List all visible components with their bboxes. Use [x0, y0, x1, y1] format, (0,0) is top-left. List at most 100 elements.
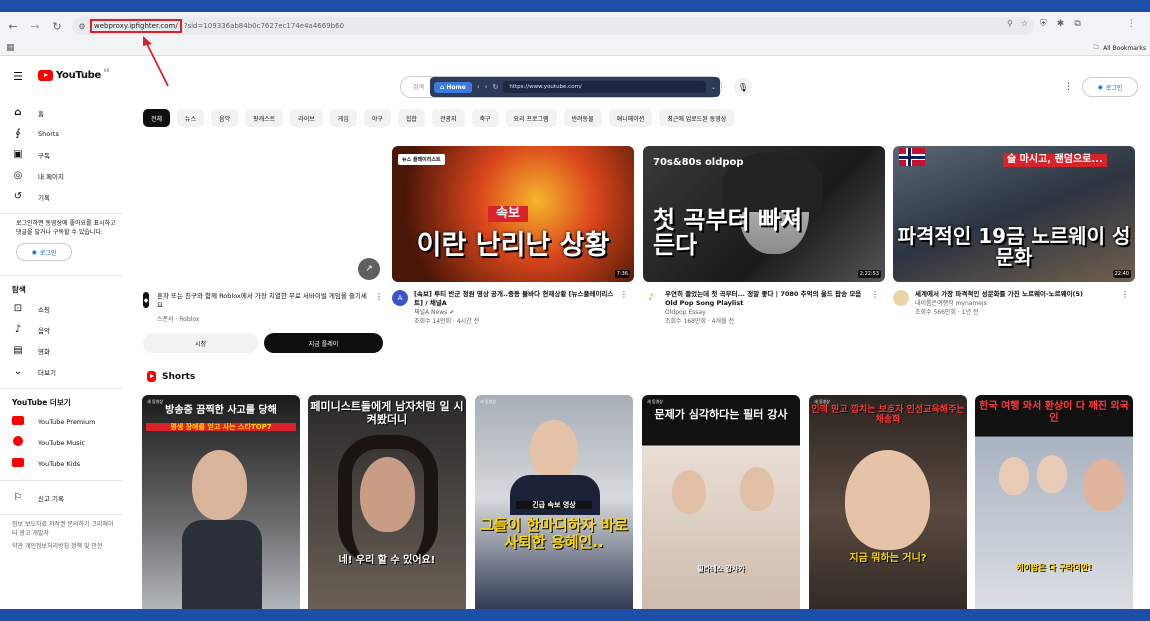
bookmark-star-icon[interactable]: ☆: [1021, 19, 1028, 28]
chip-soccer[interactable]: 축구: [471, 109, 499, 127]
login-button[interactable]: ◉ 로그인: [1082, 77, 1138, 97]
chip-recently-uploaded[interactable]: 최근에 업로드된 동영상: [659, 109, 735, 127]
zoom-icon[interactable]: ⚲: [1007, 19, 1013, 28]
short-card[interactable]: 새 동영상 문제가 심각하다는 필터 강사 필라테스 강사가: [642, 395, 800, 609]
ad-menu-icon[interactable]: ⋮: [375, 292, 383, 323]
apps-grid-icon[interactable]: ▦: [6, 43, 15, 53]
extension-icon[interactable]: ✱: [1057, 19, 1065, 29]
channel-avatar[interactable]: A: [392, 290, 408, 306]
subscriptions-icon: ▣: [13, 149, 23, 160]
youtube-premium-icon: [12, 415, 24, 428]
sidebar-item-you[interactable]: ◎ 내 페이지: [0, 165, 130, 186]
profile-icon[interactable]: [1091, 19, 1103, 29]
footer-policy-links[interactable]: 약관 개인정보처리방침 정책 및 안전: [0, 543, 118, 552]
channel-avatar[interactable]: ♪: [643, 290, 659, 306]
more-from-youtube-heading: YouTube 더보기: [12, 398, 71, 408]
youtube-logo[interactable]: YouTube KR: [38, 68, 109, 81]
short-card[interactable]: 페미니스트들에게 남자처럼 일 시켜봤더니 네! 우리 할 수 있어요!: [308, 395, 466, 609]
sidebar-item-home[interactable]: ⌂ 홈: [0, 102, 130, 123]
sidebar-item-youtube-premium[interactable]: YouTube Premium: [0, 411, 130, 432]
roblox-logo-icon[interactable]: ◆: [143, 292, 149, 308]
channel-name[interactable]: Oldpop Essay: [665, 308, 865, 317]
forward-arrow-icon[interactable]: →: [26, 17, 44, 35]
settings-kebab-icon[interactable]: ⋮: [1064, 82, 1073, 92]
video-menu-icon[interactable]: ⋮: [620, 290, 630, 326]
proxy-forward-icon[interactable]: ›: [485, 83, 488, 91]
video-card[interactable]: 뉴스 플레이리스트 속보 이란 난리난 상황 7:36 A [속보] 루티 반군…: [392, 146, 634, 326]
short-card[interactable]: 새 동영상 인맥 믿고 깝치는 보호자 인성교육해주는 채송화 지금 뭐하는 거…: [809, 395, 967, 609]
short-card[interactable]: 새 동영상 방송중 끔찍한 사고를 당해 평생 장애를 얻고 사는 스타TOP7: [142, 395, 300, 609]
sidebar-item-shorts[interactable]: ∮ Shorts: [0, 123, 130, 144]
sidebar-item-movies[interactable]: ▤ 영화: [0, 340, 130, 361]
category-chips: 전체 뉴스 음악 팟캐스트 라이브 게임 야구 힙합 관광지 축구 요리 프로그…: [143, 109, 735, 127]
short-card[interactable]: 한국 여행 와서 환상이 다 깨진 외국인 케이팝은 다 구라더만!: [975, 395, 1133, 609]
shorts-logo-icon: [147, 371, 156, 382]
short-caption-bottom: 그들이 한마디하자 바로 사퇴한 용혜인..: [479, 516, 629, 552]
chip-all[interactable]: 전체: [143, 109, 171, 127]
short-caption-bottom: 필라테스 강사가: [697, 565, 745, 573]
channel-avatar[interactable]: [893, 290, 909, 306]
chip-cooking[interactable]: 요리 프로그램: [505, 109, 557, 127]
proxy-home-button[interactable]: ⌂ Home: [434, 81, 472, 93]
login-prompt: 로그인하면 동영상에 좋아요를 표시하고 댓글을 달거나 구독할 수 있습니다.: [16, 220, 116, 236]
browser-menu-icon[interactable]: ⋮: [1127, 19, 1136, 29]
norway-flag-icon: [899, 148, 925, 166]
video-menu-icon[interactable]: ⋮: [1121, 290, 1131, 317]
video-title[interactable]: 세계에서 가장 파격적인 성문화를 가진 노르웨이-노르웨이(5): [915, 290, 1115, 299]
chip-gaming[interactable]: 게임: [329, 109, 357, 127]
reload-icon[interactable]: ↻: [48, 17, 66, 35]
sidebar-item-shopping[interactable]: ⊡ 쇼핑: [0, 298, 130, 319]
extension-icon[interactable]: ⛨: [1040, 19, 1047, 29]
all-bookmarks[interactable]: 🗀 All Bookmarks: [1093, 43, 1146, 53]
video-thumbnail[interactable]: 70s&80s oldpop 첫 곡부터 빠져든다 2:22:53: [643, 146, 885, 282]
video-menu-icon[interactable]: ⋮: [871, 290, 881, 326]
sidebar-item-more[interactable]: ⌄ 더보기: [0, 361, 130, 382]
chip-baseball[interactable]: 야구: [363, 109, 391, 127]
proxy-reload-icon[interactable]: ↻: [492, 83, 498, 91]
channel-name[interactable]: 채널A News ✔: [414, 308, 614, 317]
back-arrow-icon[interactable]: ←: [4, 17, 22, 35]
video-title[interactable]: 우연히 들었는데 첫 곡부터... 정말 좋다 | 7080 추억의 올드 팝송…: [665, 290, 865, 308]
chip-news[interactable]: 뉴스: [177, 109, 205, 127]
proxy-back-icon[interactable]: ‹: [477, 83, 480, 91]
thumbnail-top-text: 술 마시고, 랜덤으로...: [1003, 154, 1107, 167]
proxy-url-input[interactable]: https://www.youtube.com/: [503, 81, 706, 93]
video-card[interactable]: 술 마시고, 랜덤으로... 파격적인 19금 노르웨이 성문화 22:40 세…: [893, 146, 1135, 317]
chip-music[interactable]: 음악: [211, 109, 239, 127]
ad-arrow-button[interactable]: ↗: [358, 258, 380, 280]
video-thumbnail[interactable]: 술 마시고, 랜덤으로... 파격적인 19금 노르웨이 성문화 22:40: [893, 146, 1135, 282]
chip-podcast[interactable]: 팟캐스트: [245, 109, 284, 127]
sidebar-item-music[interactable]: ♪ 음악: [0, 319, 130, 340]
channel-name[interactable]: 내이름은여행작 mynamejs: [915, 299, 1115, 308]
ad-title[interactable]: 혼자 또는 친구와 함께 Roblox에서 가장 치열한 무료 서바이벌 게임을…: [157, 292, 367, 310]
music-note-icon: ♪: [14, 324, 22, 336]
site-info-icon[interactable]: ⚙: [74, 22, 90, 31]
sidebar-item-report-history[interactable]: ⚐ 신고 기록: [0, 487, 130, 508]
video-card[interactable]: 70s&80s oldpop 첫 곡부터 빠져든다 2:22:53 ♪ 우연히 …: [643, 146, 885, 326]
microphone-icon[interactable]: 🎙: [734, 78, 752, 96]
footer-links[interactable]: 정보 보도자료 저작권 문의하기 크리에이터 광고 개발자: [0, 521, 118, 538]
sidebar-item-subscriptions[interactable]: ▣ 구독: [0, 144, 130, 165]
chip-tourism[interactable]: 관광지: [431, 109, 465, 127]
watch-button[interactable]: 시청: [143, 333, 258, 353]
youtube-play-icon: [38, 70, 53, 81]
chip-live[interactable]: 라이브: [290, 109, 323, 127]
proxy-dropdown-icon[interactable]: ⌄: [711, 84, 716, 91]
divider: [0, 275, 122, 277]
video-thumbnail[interactable]: 뉴스 플레이리스트 속보 이란 난리난 상황 7:36: [392, 146, 634, 282]
short-card[interactable]: 새 동영상 긴급 속보 영상 그들이 한마디하자 바로 사퇴한 용혜인..: [475, 395, 633, 609]
address-bar[interactable]: ⚙ webproxy.ipfighter.com/ ?sid=109336ab8…: [72, 17, 1034, 35]
chip-hiphop[interactable]: 힙합: [397, 109, 425, 127]
hamburger-menu-icon[interactable]: ☰: [13, 70, 23, 83]
play-now-button[interactable]: 지금 플레이: [264, 333, 383, 353]
sidebar-item-youtube-kids[interactable]: YouTube Kids: [0, 453, 130, 474]
sidebar-item-youtube-music[interactable]: YouTube Music: [0, 432, 130, 453]
short-face: [999, 457, 1029, 495]
duration-badge: 2:22:53: [857, 270, 881, 278]
video-title[interactable]: [속보] 루티 반군 정원 영상 공개..중동 불바다 현재상황 [뉴스플레이리…: [414, 290, 614, 308]
chip-animation[interactable]: 애니메이션: [608, 109, 653, 127]
extensions-puzzle-icon[interactable]: ⧉: [1074, 19, 1080, 29]
sidebar-item-history[interactable]: ↺ 기록: [0, 186, 130, 207]
chip-pets[interactable]: 반려동물: [563, 109, 602, 127]
sidebar-login-button[interactable]: ◉ 로그인: [16, 243, 72, 262]
